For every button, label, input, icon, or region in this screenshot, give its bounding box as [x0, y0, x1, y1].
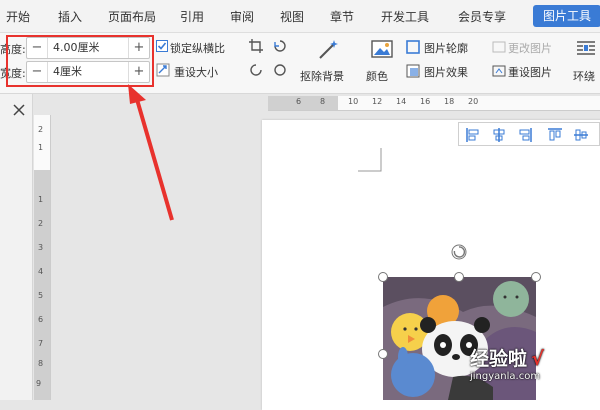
reset-size-button[interactable]: 重设大小: [174, 64, 218, 80]
rotate-handle-icon[interactable]: [450, 243, 468, 261]
tab-start[interactable]: 开始: [6, 8, 30, 25]
margin-corner-mark: [358, 148, 382, 172]
tab-member[interactable]: 会员专享: [458, 8, 506, 25]
picture-effects-icon: [406, 64, 420, 78]
vruler-tick: 4: [38, 267, 44, 276]
picture-effects-button[interactable]: 图片效果: [424, 64, 468, 80]
hruler-tick: 8: [320, 97, 326, 106]
reset-picture-icon: [492, 65, 506, 77]
alignment-toolbar: [458, 122, 600, 146]
tab-picture-tools[interactable]: 图片工具: [533, 5, 600, 27]
change-picture-icon: [492, 41, 506, 53]
vruler-tick: 2: [38, 125, 44, 134]
align-top-icon[interactable]: [547, 127, 563, 143]
lock-aspect-ratio-checkbox[interactable]: 锁定纵横比: [170, 40, 225, 56]
reset-picture-button[interactable]: 重设图片: [508, 64, 552, 80]
tab-view[interactable]: 视图: [280, 8, 304, 25]
close-icon[interactable]: [12, 103, 26, 117]
remove-background-button[interactable]: 抠除背景: [300, 68, 344, 84]
watermark-url: jingyanla.com: [470, 371, 541, 382]
tab-developer-tools[interactable]: 开发工具: [381, 8, 429, 25]
vruler-tick: 5: [38, 291, 44, 300]
hruler-tick: 18: [444, 97, 455, 106]
picture-border-icon: [406, 40, 420, 54]
color-button[interactable]: 颜色: [366, 68, 388, 84]
vruler-tick: 9: [36, 379, 42, 388]
horizontal-ruler-shade: [268, 96, 338, 110]
rotate-left-icon[interactable]: [272, 38, 288, 54]
hruler-tick: 12: [372, 97, 383, 106]
vruler-tick: 1: [38, 195, 44, 204]
reset-size-icon: [156, 63, 170, 77]
align-right-icon[interactable]: [517, 127, 533, 143]
tab-page-layout[interactable]: 页面布局: [108, 8, 156, 25]
tab-review[interactable]: 审阅: [230, 8, 254, 25]
align-left-icon[interactable]: [465, 127, 481, 143]
color-icon: [371, 40, 393, 58]
tab-chapter[interactable]: 章节: [330, 8, 354, 25]
wrap-text-icon: [577, 41, 595, 55]
rotate-right-icon[interactable]: [248, 62, 264, 78]
hruler-tick: 14: [396, 97, 407, 106]
align-middle-icon[interactable]: [573, 127, 589, 143]
hruler-tick: 16: [420, 97, 431, 106]
tab-references[interactable]: 引用: [180, 8, 204, 25]
resize-handle-top-right[interactable]: [531, 272, 541, 282]
vruler-tick: 8: [38, 359, 44, 368]
highlight-box: [6, 35, 154, 87]
horizontal-ruler: 6 8 10 12 14 16 18 20: [268, 96, 600, 111]
resize-handle-top[interactable]: [454, 272, 464, 282]
crop-icon[interactable]: [248, 38, 264, 54]
wrap-button[interactable]: 环绕: [573, 68, 595, 84]
vruler-tick: 1: [38, 143, 44, 152]
flip-icon[interactable]: [272, 62, 288, 78]
tab-insert[interactable]: 插入: [58, 8, 82, 25]
watermark: 经验啦 √ jingyanla.com: [470, 344, 544, 382]
picture-border-button[interactable]: 图片轮廓: [424, 40, 468, 56]
align-center-icon[interactable]: [491, 127, 507, 143]
menu-bar: 开始 插入 页面布局 引用 审阅 视图 章节 开发工具 会员专享 图片工具: [0, 0, 600, 33]
vruler-tick: 6: [38, 315, 44, 324]
hruler-tick: 10: [348, 97, 359, 106]
resize-handle-top-left[interactable]: [378, 272, 388, 282]
hruler-tick: 20: [468, 97, 479, 106]
vruler-tick: 7: [38, 339, 44, 348]
remove-background-icon: [319, 40, 338, 59]
watermark-check: √: [531, 348, 544, 370]
checkbox-icon[interactable]: [156, 40, 168, 52]
vruler-tick: 2: [38, 219, 44, 228]
change-picture-button[interactable]: 更改图片: [508, 40, 552, 56]
navigation-pane: [0, 94, 33, 400]
hruler-tick: 6: [296, 97, 302, 106]
resize-handle-left[interactable]: [378, 349, 388, 359]
watermark-title: 经验啦: [470, 348, 528, 370]
vruler-tick: 3: [38, 243, 44, 252]
vertical-ruler: 2 1 1 2 3 4 5 6 7 8 9: [34, 115, 51, 400]
